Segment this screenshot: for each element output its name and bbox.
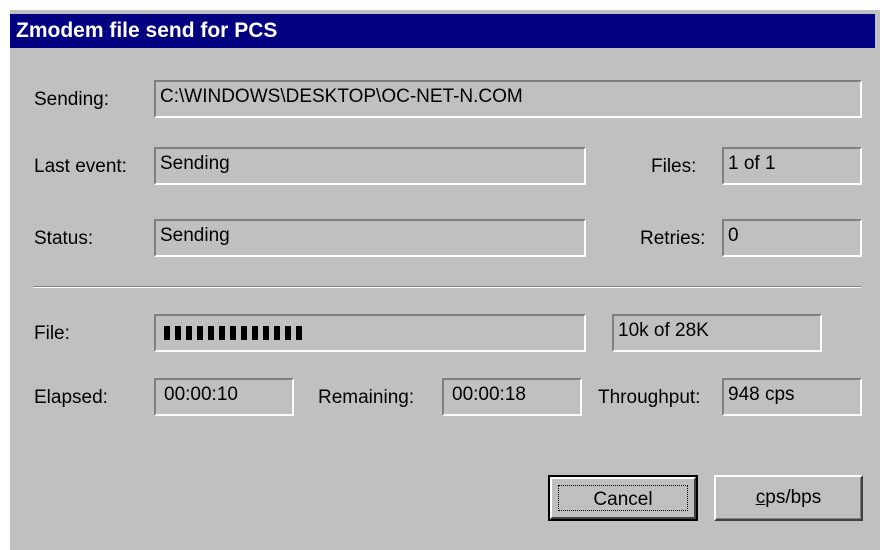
- remaining-field: 00:00:18: [442, 378, 582, 416]
- throughput-value: 948 cps: [728, 384, 795, 405]
- title-bar[interactable]: Zmodem file send for PCS: [10, 14, 875, 48]
- progress-tick: [241, 326, 247, 340]
- remaining-label: Remaining:: [318, 387, 415, 408]
- progress-tick: [285, 326, 291, 340]
- sending-path-field: C:\WINDOWS\DESKTOP\OC-NET-N.COM: [154, 80, 862, 118]
- retries-count-value: 0: [728, 225, 739, 246]
- last-event-field: Sending: [154, 147, 586, 185]
- cancel-button-label: Cancel: [558, 485, 688, 511]
- section-divider: [33, 286, 861, 288]
- cancel-button[interactable]: Cancel: [548, 475, 698, 521]
- progress-tick: [186, 326, 192, 340]
- elapsed-label: Elapsed:: [34, 387, 108, 408]
- last-event-value: Sending: [160, 153, 230, 174]
- window-title: Zmodem file send for PCS: [16, 19, 278, 42]
- progress-tick: [197, 326, 203, 340]
- throughput-field: 948 cps: [722, 378, 862, 416]
- progress-tick: [230, 326, 236, 340]
- cancel-button-bevel: Cancel: [550, 477, 696, 519]
- progress-tick: [274, 326, 280, 340]
- file-progress-bar: [154, 314, 586, 352]
- remaining-value: 00:00:18: [452, 384, 526, 405]
- sending-label: Sending:: [34, 89, 110, 110]
- cps-bps-toggle-button[interactable]: cps/bps: [714, 475, 863, 521]
- progress-tick: [263, 326, 269, 340]
- status-field: Sending: [154, 219, 586, 257]
- elapsed-value: 00:00:10: [164, 384, 238, 405]
- sending-path-value: C:\WINDOWS\DESKTOP\OC-NET-N.COM: [160, 86, 523, 107]
- file-size-value: 10k of 28K: [618, 320, 709, 341]
- file-label: File:: [34, 323, 70, 344]
- files-count-value: 1 of 1: [728, 153, 776, 174]
- file-size-field: 10k of 28K: [612, 314, 822, 352]
- status-value: Sending: [160, 225, 230, 246]
- cps-bps-label: ps/bps: [765, 487, 822, 508]
- files-count-field: 1 of 1: [722, 147, 862, 185]
- last-event-label: Last event:: [34, 156, 127, 177]
- throughput-label: Throughput:: [598, 387, 701, 408]
- progress-tick: [208, 326, 214, 340]
- retries-label: Retries:: [640, 228, 706, 249]
- files-label: Files:: [651, 156, 697, 177]
- progress-tick: [219, 326, 225, 340]
- progress-tick: [296, 326, 302, 340]
- progress-tick: [175, 326, 181, 340]
- elapsed-field: 00:00:10: [154, 378, 294, 416]
- retries-count-field: 0: [722, 219, 862, 257]
- status-label: Status:: [34, 228, 94, 249]
- progress-tick: [252, 326, 258, 340]
- cps-bps-mnemonic: c: [755, 487, 766, 508]
- progress-tick: [164, 326, 170, 340]
